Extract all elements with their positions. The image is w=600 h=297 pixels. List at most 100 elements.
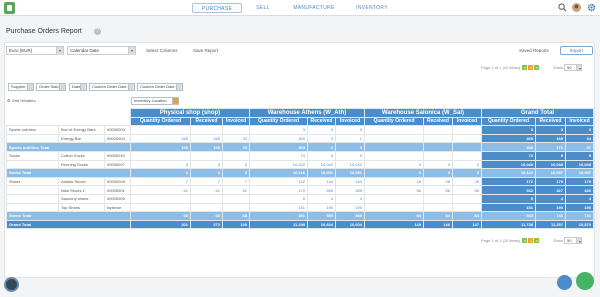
value-cell[interactable] [423,202,453,213]
grand-total-cell[interactable]: 10,694 [307,219,336,230]
value-cell[interactable]: 190 [535,202,566,213]
value-cell[interactable] [452,202,482,213]
export-button[interactable]: Export [560,46,593,55]
value-cell[interactable]: 33 [222,133,250,144]
grand-total-cell[interactable]: 10,604 [335,219,365,230]
help-icon[interactable]: ? [94,28,101,35]
value-cell[interactable] [222,202,250,213]
grand-total-cell[interactable]: 149 [364,219,424,230]
grand-total-cell[interactable]: 11,298 [249,219,308,230]
chip-remove-icon[interactable] [80,84,86,90]
accessibility-icon[interactable] [4,277,19,292]
category-cell[interactable] [6,185,59,195]
value-cell[interactable]: 3 [249,125,308,135]
value-cell[interactable]: 74 [249,150,308,161]
last-page-icon[interactable]: » [534,65,540,71]
value-cell[interactable]: 3 [535,125,566,135]
value-cell[interactable]: 28 [364,176,424,187]
category-cell[interactable] [6,159,59,170]
product-cell[interactable]: Adidas Shoes [58,176,105,187]
value-cell[interactable]: 3 [364,159,424,170]
value-cell[interactable]: 10,051 [307,168,336,178]
grand-total-cell[interactable]: 11,738 [481,219,536,230]
value-cell[interactable] [452,133,482,144]
value-cell[interactable]: 3 [565,125,594,135]
value-cell[interactable]: 4 [335,193,365,204]
current-page[interactable]: 1 [528,238,534,244]
select-columns-link[interactable]: Select Columns [146,48,178,53]
tools-icon[interactable] [557,275,572,290]
value-cell[interactable] [423,142,453,152]
value-cell[interactable]: 165 [130,142,191,152]
value-cell[interactable]: 74 [481,150,536,161]
value-cell[interactable]: 5 [481,193,536,204]
value-cell[interactable]: 168 [535,133,566,144]
value-cell[interactable]: 171 [535,142,566,152]
value-cell[interactable]: 68 [130,211,191,221]
value-cell[interactable]: 10,116 [249,168,308,178]
value-cell[interactable] [423,133,453,144]
value-cell[interactable] [222,150,250,161]
nav-inventory[interactable]: INVENTORY [352,3,392,13]
value-cell[interactable]: 332 [481,185,536,195]
chip-remove-icon[interactable] [176,84,182,90]
value-cell[interactable]: 190 [307,202,336,213]
value-cell[interactable]: 10,048 [535,159,566,170]
value-cell[interactable] [452,125,482,135]
value-cell[interactable]: 391 [249,211,308,221]
value-cell[interactable] [130,150,191,161]
value-cell[interactable]: 68 [222,211,250,221]
value-cell[interactable]: 3 [190,168,223,178]
value-cell[interactable] [364,202,424,213]
last-page-icon[interactable]: » [534,238,540,244]
value-cell[interactable]: 543 [481,211,536,221]
first-page-icon[interactable]: « [522,238,528,244]
value-cell[interactable]: 7 [222,176,250,187]
currency-select[interactable]: Euro (EUR) [6,46,64,55]
value-cell[interactable]: 3 [423,168,453,178]
value-cell[interactable]: 741 [565,211,594,221]
value-cell[interactable]: 151 [481,202,536,213]
user-avatar-icon[interactable] [572,3,581,12]
grid-headers-toggle[interactable]: ⚙ Grid Headers [7,98,36,103]
grand-total-cell[interactable]: 201 [130,219,191,230]
product-cell[interactable]: Energy Bar [58,133,105,144]
product-cell[interactable]: Cotton Socks [58,150,105,161]
value-cell[interactable]: 468 [481,142,536,152]
grand-total-cell[interactable]: 10,870 [565,219,594,230]
chip-custom-order-date-2[interactable]: Custom Order Date 2 [137,83,183,91]
value-cell[interactable]: 3 [190,159,223,170]
value-cell[interactable]: 190 [565,202,594,213]
category-cell[interactable]: Sports nutrition [6,125,59,135]
value-cell[interactable]: 9 [535,150,566,161]
value-cell[interactable]: 3 [307,125,336,135]
value-cell[interactable] [130,125,191,135]
chip-inventory-location[interactable]: Inventory Location [131,97,179,105]
value-cell[interactable]: 28 [423,176,453,187]
nav-manufacture[interactable]: MANUFACTURE [290,3,338,13]
value-cell[interactable]: 4 [535,193,566,204]
product-cell[interactable]: Box of Energy Bars [58,125,105,135]
grand-total-cell[interactable]: 139 [222,219,250,230]
category-cell[interactable]: Socks [6,150,59,161]
category-cell[interactable] [6,193,59,204]
value-cell[interactable]: 1 [335,133,365,144]
value-cell[interactable]: 61 [190,185,223,195]
value-cell[interactable]: 3 [307,133,336,144]
value-cell[interactable]: 165 [130,133,191,144]
value-cell[interactable]: 427 [535,185,566,195]
value-cell[interactable]: 10,042 [335,159,365,170]
value-cell[interactable] [423,193,453,204]
value-cell[interactable]: 179 [565,176,594,187]
value-cell[interactable]: 10,042 [307,159,336,170]
value-cell[interactable] [452,150,482,161]
saved-reports-link[interactable]: Saved Reports [519,48,549,53]
value-cell[interactable] [364,125,424,135]
value-cell[interactable]: 3 [335,125,365,135]
value-cell[interactable]: 3 [222,159,250,170]
first-page-icon[interactable]: « [522,65,528,71]
value-cell[interactable]: 465 [481,133,536,144]
value-cell[interactable]: 7 [190,176,223,187]
grand-total-cell[interactable]: 146 [423,219,453,230]
value-cell[interactable] [190,193,223,204]
